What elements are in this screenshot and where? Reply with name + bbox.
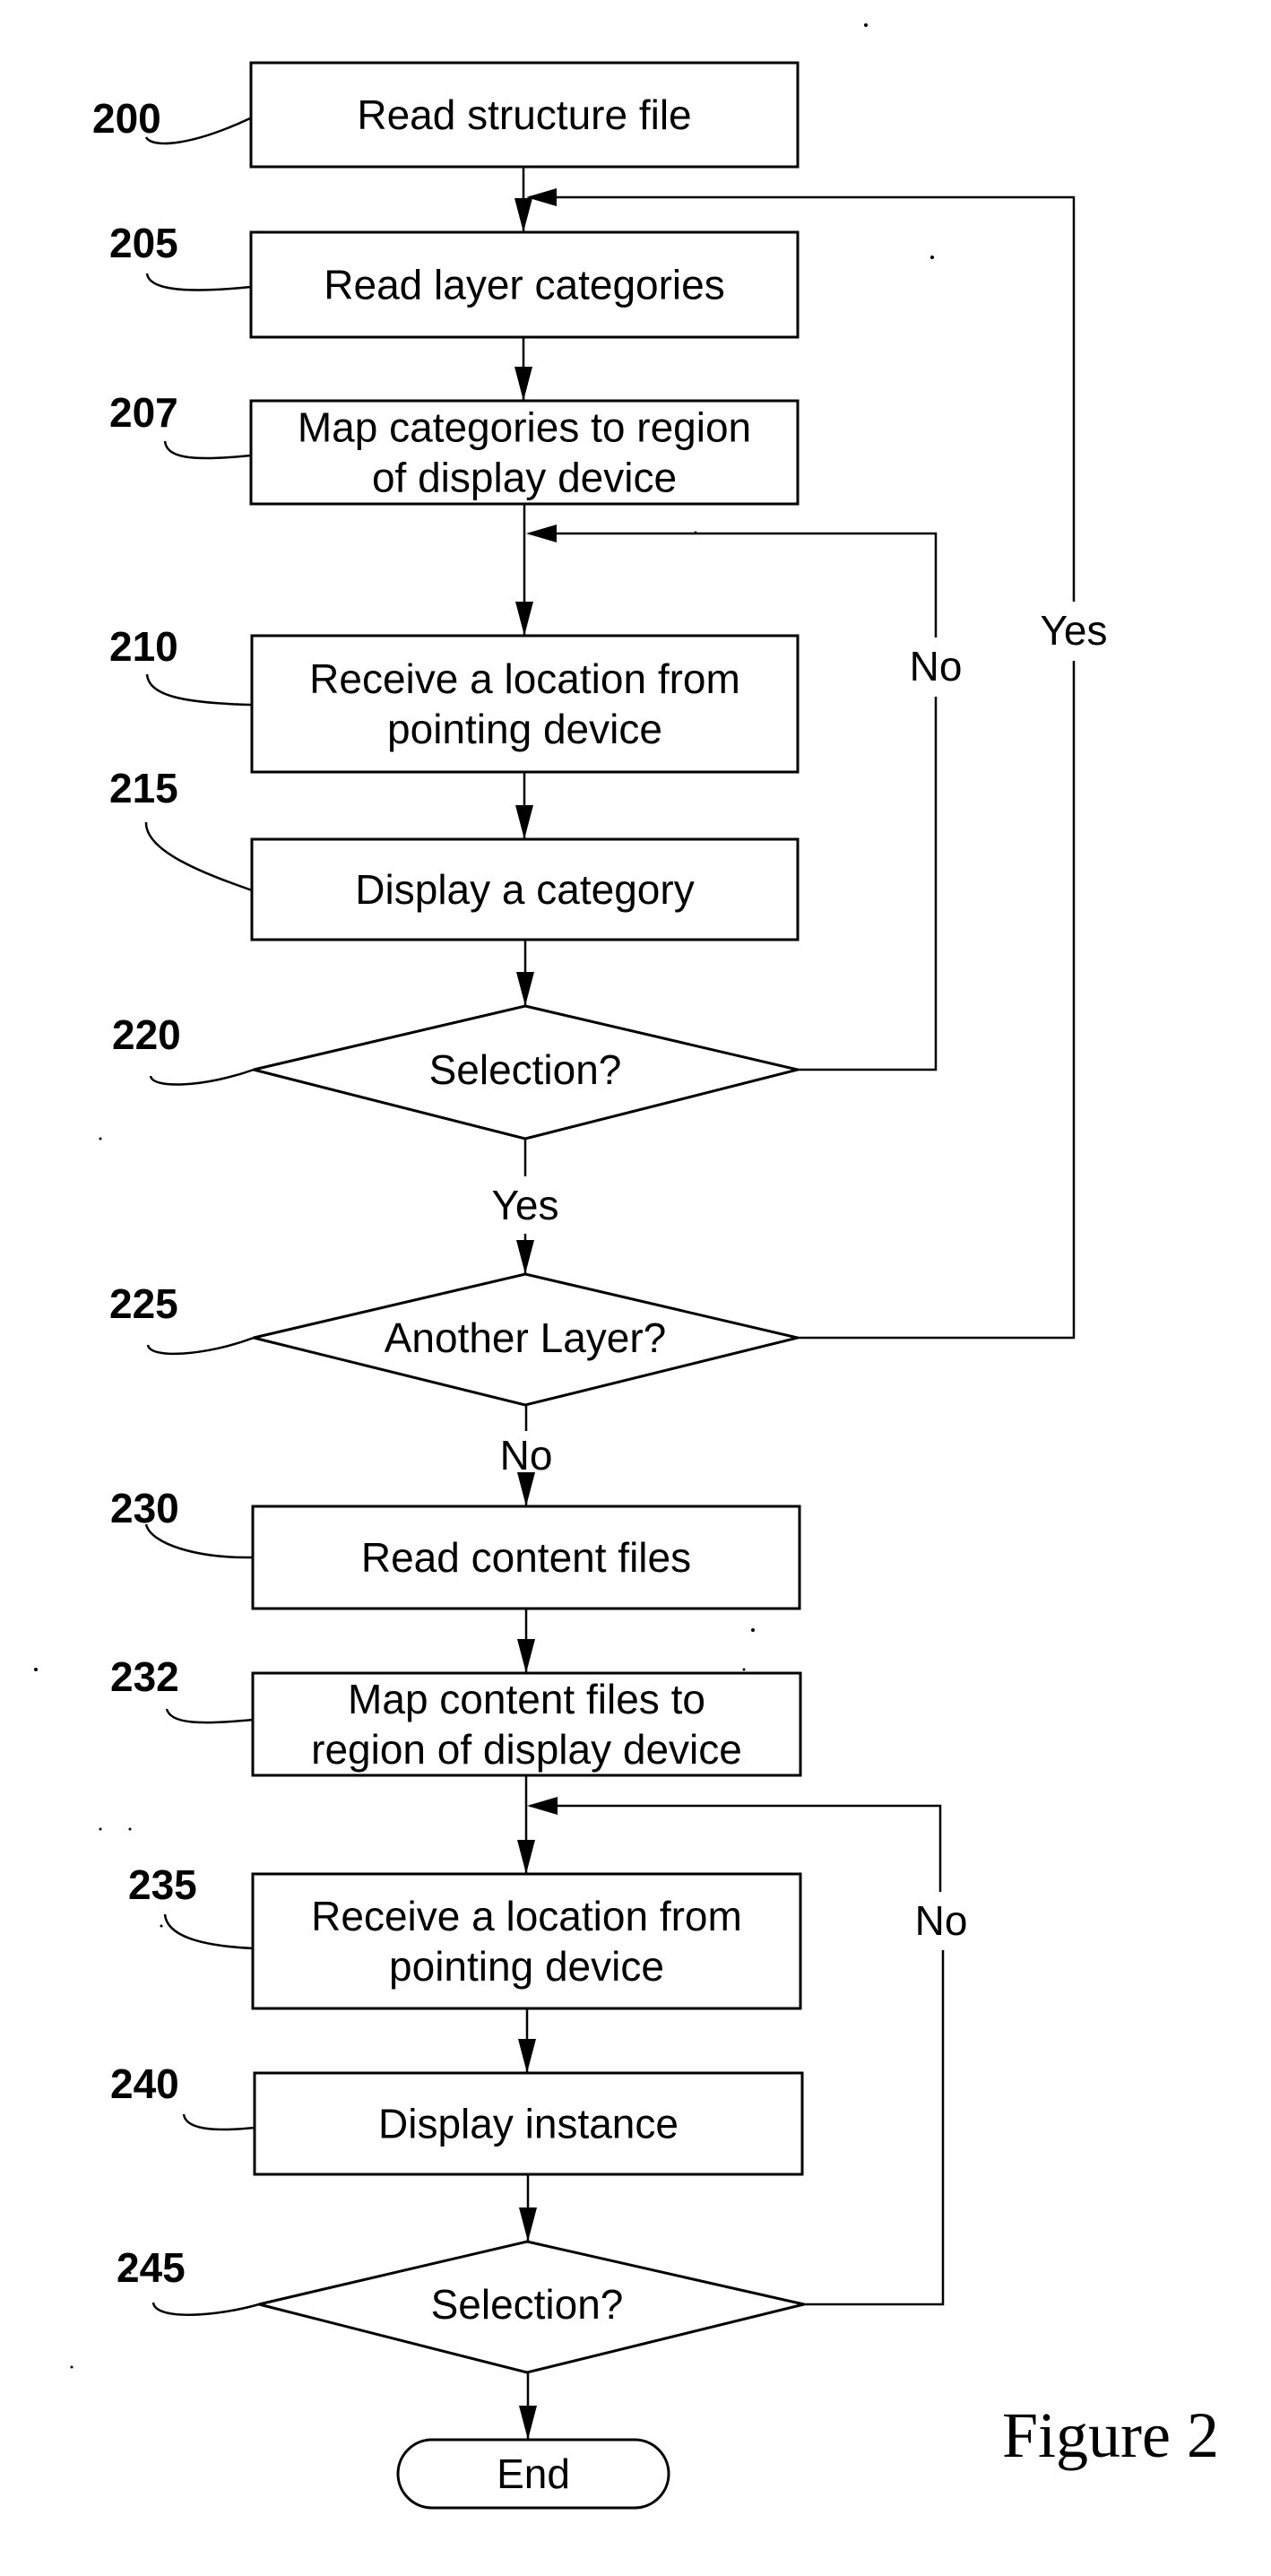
arrow-into-240	[518, 2039, 536, 2073]
nodes-layer: Read structure file Read layer categories…	[249, 61, 805, 2510]
node-210: Receive a location frompointing device	[250, 634, 800, 774]
node-232: Map content files toregion of display de…	[251, 1671, 802, 1777]
reference-numeral-232: 232	[110, 1653, 179, 1700]
arrow-into-205	[514, 198, 532, 232]
node-text-245-line-1: Selection?	[431, 2281, 624, 2328]
node-text-232-line-2: region of display device	[311, 1726, 742, 1773]
reference-numeral-220: 220	[112, 1011, 181, 1058]
arrow-into-225	[516, 1240, 534, 1274]
arrow-into-220	[516, 972, 534, 1006]
leader-line-210	[145, 673, 253, 707]
scan-speck	[160, 1924, 163, 1928]
leader-line-205	[145, 273, 252, 291]
node-text-235-line-1: Receive a location from	[311, 1893, 742, 1939]
node-text-235-line-2: pointing device	[389, 1943, 664, 1990]
leader-line-207	[163, 440, 252, 460]
node-230: Read content files	[251, 1505, 801, 1610]
scan-speck	[70, 2365, 73, 2369]
node-text-220-line-1: Selection?	[429, 1046, 622, 1093]
edge-label-220-to-210: No	[910, 643, 963, 690]
leader-line-215	[144, 821, 253, 892]
edge-label-225-to-205: Yes	[1040, 607, 1107, 654]
arrow-into-210	[515, 602, 533, 636]
arrow-into-235	[517, 1840, 535, 1874]
node-text-215-line-1: Display a category	[355, 866, 694, 913]
reference-numeral-235: 235	[128, 1861, 197, 1908]
node-text-207-line-1: Map categories to region	[298, 404, 751, 451]
reference-numeral-240: 240	[110, 2060, 179, 2107]
node-text-240-line-1: Display instance	[378, 2101, 679, 2147]
node-text-end-line-1: End	[497, 2450, 570, 2497]
reference-numeral-200: 200	[92, 95, 161, 142]
node-205: Read layer categories	[249, 230, 800, 339]
arrow-into-207	[514, 367, 532, 401]
scan-speck	[99, 1137, 102, 1141]
scan-speck	[742, 1668, 746, 1671]
leader-line-232	[165, 1708, 254, 1724]
scan-speck	[34, 1668, 38, 1671]
node-245: Selection?	[258, 2240, 805, 2374]
node-text-210-line-1: Receive a location from	[309, 655, 740, 702]
reference-numerals: 200 205 207 210 215 220 225 230 232 235 240 245	[92, 95, 260, 2316]
scan-specks	[34, 23, 934, 2369]
node-text-200-line-1: Read structure file	[357, 91, 691, 138]
node-235: Receive a location frompointing device	[251, 1872, 802, 2010]
node-200: Read structure file	[249, 61, 800, 169]
scan-speck	[99, 1827, 102, 1831]
figure-caption: Figure 2	[1002, 2399, 1219, 2471]
node-text-232-line-1: Map content files to	[348, 1676, 705, 1722]
edge-label-245-to-235: No	[915, 1897, 968, 1944]
leader-line-220	[149, 1068, 255, 1086]
node-text-210-line-2: pointing device	[387, 706, 662, 752]
scan-speck	[864, 23, 868, 27]
reference-numeral-245: 245	[117, 2244, 186, 2291]
node-207: Map categories to regionof display devic…	[249, 399, 800, 506]
arrow-into-215	[515, 805, 533, 839]
node-text-205-line-1: Read layer categories	[324, 262, 724, 308]
scan-speck	[930, 256, 934, 259]
reference-numeral-230: 230	[110, 1485, 179, 1531]
arrow-no-loop-235	[527, 1797, 558, 1815]
arrow-into-245	[519, 2207, 537, 2242]
node-text-207-line-2: of display device	[372, 455, 677, 501]
reference-numeral-205: 205	[109, 220, 178, 266]
node-240: Display instance	[253, 2071, 804, 2176]
scan-speck	[751, 1628, 755, 1632]
leader-line-240	[182, 2113, 255, 2131]
leader-line-225	[146, 1336, 255, 1356]
reference-numeral-210: 210	[109, 623, 178, 670]
leader-line-235	[163, 1913, 254, 1950]
node-220: Selection?	[253, 1004, 799, 1141]
edge-label-225-to-230: No	[500, 1432, 553, 1479]
node-215: Display a category	[250, 837, 800, 941]
node-text-230-line-1: Read content files	[361, 1534, 691, 1581]
node-end: End	[396, 2438, 670, 2510]
reference-numeral-207: 207	[109, 389, 178, 436]
reference-numeral-215: 215	[109, 765, 178, 811]
reference-numeral-225: 225	[109, 1280, 178, 1327]
arrow-into-232	[517, 1639, 535, 1673]
flowchart-figure: Read structure file Read layer categories…	[34, 23, 1219, 2510]
node-text-225-line-1: Another Layer?	[385, 1314, 667, 1361]
arrow-into-end	[519, 2406, 537, 2440]
leader-line-245	[151, 2302, 260, 2316]
edge-220-to-210-loop	[529, 532, 938, 1071]
scan-speck	[128, 1827, 132, 1831]
node-225: Another Layer?	[253, 1272, 799, 1407]
leader-line-200	[144, 117, 251, 145]
edge-label-220-to-225: Yes	[491, 1182, 558, 1228]
arrow-no-loop-210	[526, 525, 557, 542]
